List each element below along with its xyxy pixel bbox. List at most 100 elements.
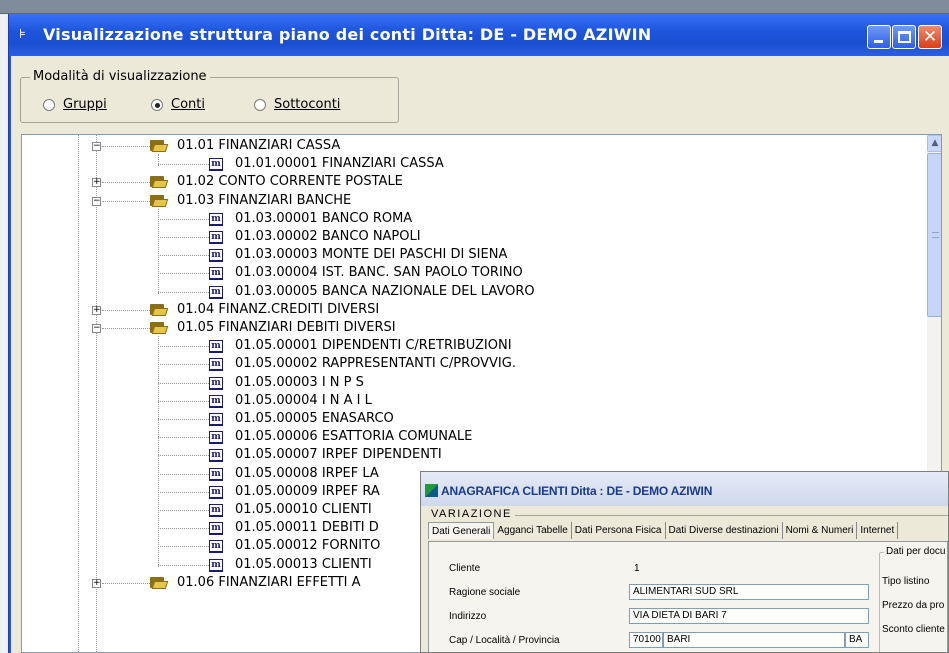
expand-toggle[interactable]: + — [92, 178, 101, 188]
account-leaf-icon: m — [209, 540, 223, 554]
expand-toggle[interactable]: + — [92, 305, 101, 315]
open-folder-icon — [150, 139, 169, 153]
background-window-strip — [0, 0, 949, 14]
tree-node-account[interactable]: 01.05.00011 DEBITI D — [235, 520, 379, 536]
minimize-icon — [874, 40, 883, 43]
grip-icon — [932, 232, 939, 238]
tree-branch-line — [96, 135, 97, 652]
variazione-legend: VARIAZIONE — [431, 508, 515, 520]
tree-node-group[interactable]: 01.05 FINANZIARI DEBITI DIVERSI — [177, 320, 396, 336]
provincia-field[interactable]: BA — [845, 632, 869, 648]
tree-node-account[interactable]: 01.05.00004 I N A I L — [235, 393, 372, 409]
close-icon: ✕ — [922, 27, 938, 47]
tree-connector — [102, 200, 150, 202]
tree-node-account[interactable]: 01.05.00008 IRPEF LA — [235, 466, 379, 482]
tree-connector — [102, 328, 150, 329]
tab-nomi-numeri[interactable]: Nomi & Numeri — [783, 522, 858, 539]
minimize-button[interactable] — [867, 25, 891, 49]
tree-structure-icon: ⊧ — [19, 27, 26, 42]
tree-node-account[interactable]: 01.05.00003 I N P S — [235, 375, 364, 391]
tree-connector — [158, 364, 209, 366]
indirizzo-field[interactable]: VIA DIETA DI BARI 7 — [629, 608, 869, 624]
tree-node-group[interactable]: 01.03 FINANZIARI BANCHE — [177, 193, 351, 209]
expand-toggle[interactable]: + — [92, 578, 101, 588]
tree-node-account[interactable]: 01.03.00001 BANCO ROMA — [235, 211, 412, 227]
tab-dati-diverse-destinazioni[interactable]: Dati Diverse destinazioni — [666, 522, 783, 539]
tab-dati-persona-fisica[interactable]: Dati Persona Fisica — [572, 522, 666, 539]
tree-root-line — [78, 135, 79, 652]
maximize-icon — [898, 31, 911, 43]
tree-node-account[interactable]: 01.05.00010 CLIENTI — [235, 502, 372, 518]
account-leaf-icon: m — [209, 431, 223, 445]
radio-gruppi[interactable]: Gruppi — [43, 97, 107, 112]
tree-connector — [158, 218, 209, 220]
account-leaf-icon: m — [209, 249, 223, 263]
tree-node-account[interactable]: 01.05.00013 CLIENTI — [235, 557, 372, 573]
display-mode-group: Modalità di visualizzazione Gruppi Conti… — [20, 69, 399, 123]
clienti-title-bar[interactable]: ANAGRAFICA CLIENTI Ditta : DE - DEMO AZI… — [421, 472, 948, 506]
tree-node-account[interactable]: 01.05.00009 IRPEF RA — [235, 484, 380, 500]
tree-node-account[interactable]: 01.03.00003 MONTE DEI PASCHI DI SIENA — [235, 247, 507, 263]
tree-node-account[interactable]: 01.05.00012 FORNITO — [235, 538, 380, 554]
dati-generali-panel: Cliente 1 Ragione sociale ALIMENTARI SUD… — [428, 541, 948, 652]
title-bar[interactable]: ⊧ Visualizzazione struttura piano dei co… — [9, 14, 949, 56]
tab-agganci-tabelle[interactable]: Agganci Tabelle — [494, 522, 572, 539]
tab-dati-generali[interactable]: Dati Generali — [428, 522, 495, 539]
close-button[interactable]: ✕ — [918, 25, 942, 49]
tree-node-account[interactable]: 01.05.00006 ESATTORIA COMUNALE — [235, 429, 472, 445]
radio-circle-icon — [254, 98, 266, 111]
tree-connector — [102, 146, 150, 147]
open-folder-icon — [150, 303, 169, 317]
ragione-sociale-field[interactable]: ALIMENTARI SUD SRL — [629, 584, 869, 600]
radio-sottoconti[interactable]: Sottoconti — [254, 97, 340, 112]
account-leaf-icon: m — [209, 504, 223, 517]
tree-child-line — [158, 154, 159, 167]
tree-node-account[interactable]: 01.03.00002 BANCO NAPOLI — [235, 229, 421, 245]
tree-connector — [102, 582, 150, 584]
tree-node-account[interactable]: 01.05.00001 DIPENDENTI C/RETRIBUZIONI — [235, 338, 512, 354]
account-leaf-icon: m — [209, 376, 223, 390]
collapse-toggle[interactable]: − — [92, 324, 101, 333]
scroll-thumb[interactable] — [927, 153, 941, 317]
collapse-toggle[interactable]: − — [92, 142, 101, 151]
tree-node-group[interactable]: 01.06 FINANZIARI EFFETTI A — [177, 575, 361, 591]
tree-connector — [102, 182, 150, 184]
open-folder-icon — [150, 576, 169, 590]
anagrafica-clienti-window: ANAGRAFICA CLIENTI Ditta : DE - DEMO AZI… — [420, 471, 949, 653]
tree-connector — [158, 255, 209, 257]
radio-circle-icon — [43, 98, 55, 111]
radio-sottoconti-label: Sottoconti — [274, 97, 341, 112]
tree-node-group[interactable]: 01.04 FINANZ.CREDITI DIVERSI — [177, 302, 379, 318]
clienti-window-title: ANAGRAFICA CLIENTI Ditta : DE - DEMO AZI… — [441, 484, 713, 498]
tree-node-account[interactable]: 01.01.00001 FINANZIARI CASSA — [235, 156, 444, 172]
window-title: Visualizzazione struttura piano dei cont… — [43, 25, 652, 44]
tree-node-account[interactable]: 01.05.00002 RAPPRESENTANTI C/PROVVIG. — [235, 356, 516, 372]
localita-field[interactable]: BARI — [663, 632, 845, 648]
tipo-listino-label: Tipo listino — [882, 576, 930, 587]
tree-node-account[interactable]: 01.05.00005 ENASARCO — [235, 411, 394, 427]
cap-field[interactable]: 70100 — [629, 632, 663, 648]
tree-connector — [158, 419, 209, 420]
scroll-up-button[interactable]: ▲ — [927, 135, 941, 152]
account-leaf-icon: m — [209, 231, 223, 244]
account-leaf-icon: m — [209, 158, 223, 172]
account-leaf-icon: m — [209, 340, 223, 354]
radio-conti[interactable]: Conti — [151, 97, 205, 112]
tree-connector — [158, 564, 209, 566]
tree-connector — [158, 473, 209, 475]
collapse-toggle[interactable]: − — [92, 196, 101, 206]
tree-node-account[interactable]: 01.03.00004 IST. BANC. SAN PAOLO TORINO — [235, 265, 523, 281]
tab-internet[interactable]: Internet — [857, 522, 899, 539]
tree-node-account[interactable]: 01.05.00007 IRPEF DIPENDENTI — [235, 447, 442, 463]
tree-node-group[interactable]: 01.01 FINANZIARI CASSA — [177, 138, 340, 154]
cliente-value: 1 — [634, 563, 640, 574]
tree-node-group[interactable]: 01.02 CONTO CORRENTE POSTALE — [177, 174, 403, 190]
cliente-label: Cliente — [449, 563, 481, 574]
open-folder-icon — [150, 321, 169, 335]
maximize-button[interactable] — [892, 25, 916, 49]
tree-connector — [158, 491, 209, 493]
tree-connector — [158, 291, 209, 293]
account-leaf-icon: m — [209, 467, 223, 481]
tree-connector — [158, 237, 209, 238]
tree-node-account[interactable]: 01.03.00005 BANCA NAZIONALE DEL LAVORO — [235, 284, 535, 300]
